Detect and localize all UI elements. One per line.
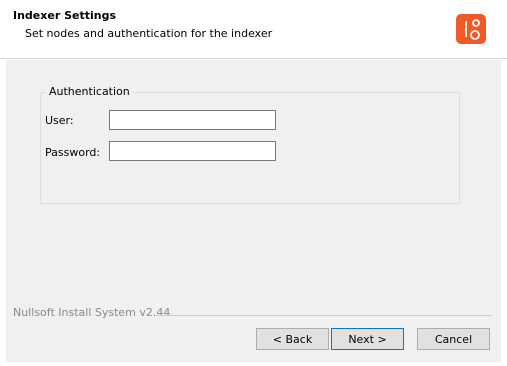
user-input[interactable] (109, 110, 276, 130)
password-input[interactable] (109, 141, 276, 161)
back-button[interactable]: < Back (256, 328, 329, 350)
page-subtitle: Set nodes and authentication for the ind… (25, 27, 273, 40)
wizard-header: Indexer Settings Set nodes and authentic… (0, 0, 507, 58)
branding-divider (156, 315, 492, 316)
user-label: User: (45, 114, 74, 127)
authentication-legend: Authentication (46, 85, 133, 98)
cancel-button[interactable]: Cancel (417, 328, 490, 350)
app-logo-icon (456, 14, 486, 44)
header-divider (0, 58, 507, 59)
page-title: Indexer Settings (13, 9, 116, 22)
password-label: Password: (45, 146, 101, 159)
next-button[interactable]: Next > (331, 328, 404, 350)
installer-branding: Nullsoft Install System v2.44 (13, 306, 171, 319)
